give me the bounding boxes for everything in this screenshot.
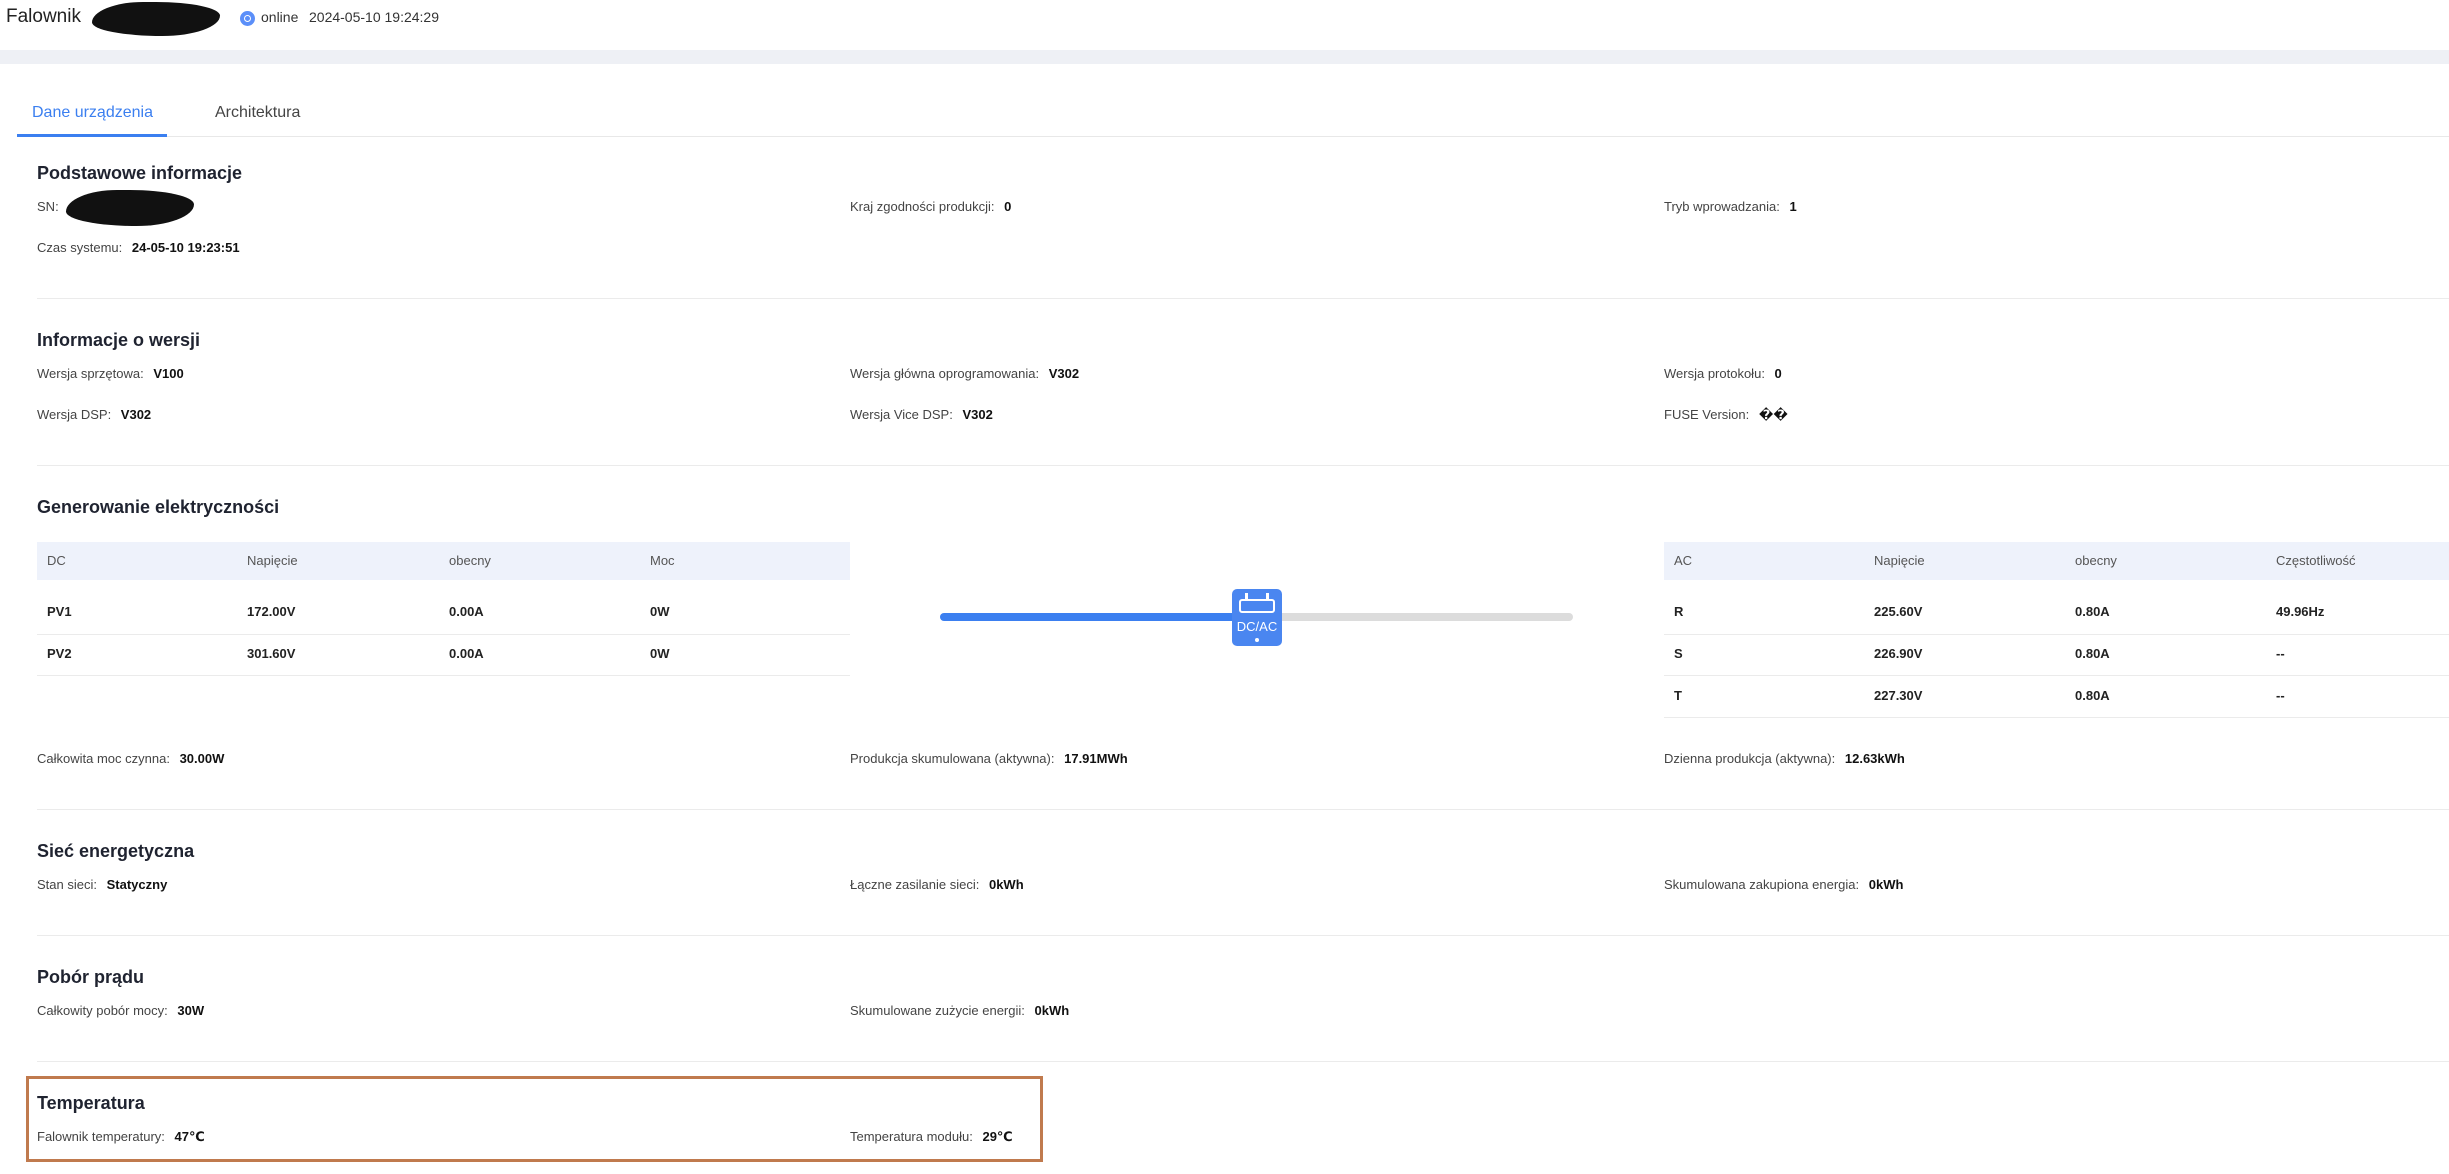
- row-divider: [1664, 675, 2449, 676]
- page-title: Falownik: [6, 6, 81, 27]
- main-sw-version-field: Wersja główna oprogramowania: V302: [850, 366, 1080, 381]
- daily-production-field: Dzienna produkcja (aktywna): 12.63kWh: [1664, 751, 1905, 766]
- dc-col-header: Napięcie: [247, 553, 298, 568]
- row-divider: [37, 634, 850, 635]
- ac-col-header: Częstotliwość: [2276, 553, 2356, 568]
- ac-cell: --: [2276, 688, 2285, 703]
- dc-cell: PV1: [47, 604, 72, 619]
- section-title-generation: Generowanie elektryczności: [37, 497, 280, 517]
- redacted-serial-number: [66, 190, 194, 226]
- divider: [37, 935, 2449, 936]
- indicator-dot: [1255, 638, 1259, 642]
- divider: [37, 809, 2449, 810]
- dc-cell: PV2: [47, 646, 72, 661]
- header-divider: [0, 50, 2449, 64]
- dc-cell: 0W: [650, 646, 670, 661]
- input-mode-field: Tryb wprowadzania: 1: [1664, 199, 1797, 214]
- temperature-highlight-box: [26, 1076, 1043, 1162]
- dc-cell: 301.60V: [247, 646, 296, 661]
- online-status-icon: [240, 11, 255, 26]
- ac-table: AC Napięcie obecny Częstotliwość R 225.6…: [1664, 542, 2449, 718]
- country-field: Kraj zgodności produkcji: 0: [850, 199, 1012, 214]
- purchased-energy-field: Skumulowana zakupiona energia: 0kWh: [1664, 877, 1904, 892]
- dc-col-header: Moc: [650, 553, 675, 568]
- divider: [37, 1061, 2449, 1062]
- dc-flow-bar: [940, 613, 1260, 621]
- tab-device-data[interactable]: Dane urządzenia: [32, 104, 153, 122]
- row-divider: [1664, 717, 2449, 718]
- ac-cell: 227.30V: [1874, 688, 1923, 703]
- section-title-consumption: Pobór prądu: [37, 967, 144, 987]
- ac-cell: 0.80A: [2075, 604, 2110, 619]
- fuse-version-field: FUSE Version: ��: [1664, 407, 1788, 422]
- tab-architecture[interactable]: Architektura: [215, 104, 300, 122]
- dc-cell: 0W: [650, 604, 670, 619]
- converter-label: DC/AC: [1236, 619, 1278, 634]
- dc-cell: 0.00A: [449, 646, 484, 661]
- dc-cell: 172.00V: [247, 604, 296, 619]
- divider: [37, 465, 2449, 466]
- section-title-version: Informacje o wersji: [37, 330, 201, 350]
- ac-flow-bar: [1278, 613, 1573, 621]
- cumulative-consumption-field: Skumulowane zużycie energii: 0kWh: [850, 1003, 1070, 1018]
- ac-cell: 49.96Hz: [2276, 604, 2325, 619]
- dc-cell: 0.00A: [449, 604, 484, 619]
- section-title-grid: Sieć energetyczna: [37, 841, 195, 861]
- ac-col-header: AC: [1674, 553, 1693, 568]
- row-divider: [1664, 634, 2449, 635]
- vice-dsp-version-field: Wersja Vice DSP: V302: [850, 407, 993, 422]
- last-update-timestamp: 2024-05-10 19:24:29: [309, 9, 439, 25]
- active-tab-indicator: [17, 134, 167, 137]
- total-active-power-field: Całkowita moc czynna: 30.00W: [37, 751, 225, 766]
- grid-state-field: Stan sieci: Statyczny: [37, 877, 168, 892]
- sn-label: SN:: [37, 199, 59, 214]
- row-divider: [37, 675, 850, 676]
- inverter-dcac-icon: DC/AC: [1232, 589, 1282, 646]
- protocol-version-field: Wersja protokołu: 0: [1664, 366, 1782, 381]
- inverter-window: [1239, 599, 1275, 613]
- hw-version-field: Wersja sprzętowa: V100: [37, 366, 184, 381]
- ac-cell: --: [2276, 646, 2285, 661]
- dc-table-header: DC Napięcie obecny Moc: [37, 542, 850, 580]
- ac-cell: R: [1674, 604, 1684, 619]
- total-consumption-field: Całkowity pobór mocy: 30W: [37, 1003, 205, 1018]
- ac-cell: 0.80A: [2075, 646, 2110, 661]
- section-title-basic: Podstawowe informacje: [37, 163, 243, 183]
- dc-col-header: obecny: [449, 553, 491, 568]
- status-text: online: [261, 9, 299, 25]
- ac-cell: 226.90V: [1874, 646, 1923, 661]
- ac-cell: 0.80A: [2075, 688, 2110, 703]
- ac-col-header: obecny: [2075, 553, 2117, 568]
- ac-table-header: AC Napięcie obecny Częstotliwość: [1664, 542, 2449, 580]
- ac-col-header: Napięcie: [1874, 553, 1925, 568]
- grid-feed-field: Łączne zasilanie sieci: 0kWh: [850, 877, 1024, 892]
- top-bar: [0, 0, 2449, 50]
- dc-col-header: DC: [47, 553, 66, 568]
- ac-cell: 225.60V: [1874, 604, 1923, 619]
- cumulative-production-field: Produkcja skumulowana (aktywna): 17.91MW…: [850, 751, 1128, 766]
- tabs-border: [17, 136, 2449, 137]
- dsp-version-field: Wersja DSP: V302: [37, 407, 152, 422]
- divider: [37, 298, 2449, 299]
- dc-table: DC Napięcie obecny Moc PV1 172.00V 0.00A…: [37, 542, 850, 676]
- system-time-field: Czas systemu: 24-05-10 19:23:51: [37, 240, 240, 255]
- ac-cell: T: [1674, 688, 1682, 703]
- ac-cell: S: [1674, 646, 1683, 661]
